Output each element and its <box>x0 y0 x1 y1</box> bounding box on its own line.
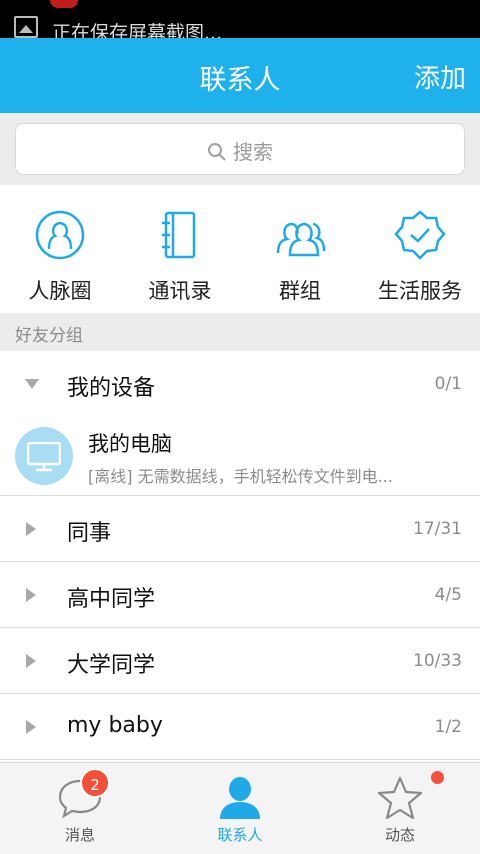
chevron-right-icon <box>26 720 36 734</box>
group-name: 我的设备 <box>67 376 156 401</box>
contact-person-icon <box>220 777 260 819</box>
group-row-university[interactable]: 大学同学 10/33 <box>0 628 480 694</box>
avatar <box>15 427 73 485</box>
group-count: 4/5 <box>434 585 462 605</box>
group-count: 10/33 <box>413 651 462 671</box>
search-placeholder-wrap: 搜索 <box>16 136 464 165</box>
device-name: 我的电脑 <box>88 432 172 456</box>
quick-entry-network[interactable]: 人脉圈 <box>0 185 120 313</box>
quick-entry-label: 群组 <box>279 279 321 303</box>
group-icon <box>276 222 326 257</box>
group-count: 1/2 <box>434 717 462 737</box>
quick-entry-groups[interactable]: 群组 <box>240 185 360 313</box>
tab-label: 消息 <box>64 826 95 844</box>
group-row-my-devices[interactable]: 我的设备 0/1 <box>0 351 480 417</box>
quick-entry-address-book[interactable]: 通讯录 <box>120 185 240 313</box>
search-input[interactable]: 搜索 <box>15 123 465 175</box>
quick-entry-label: 人脉圈 <box>28 279 92 303</box>
device-row-my-computer[interactable]: 我的电脑 [离线] 无需数据线，手机轻松传文件到电... <box>0 416 480 496</box>
status-bar: 正在保存屏幕截图... <box>0 0 480 44</box>
search-area: 搜索 <box>0 113 480 185</box>
quick-entry-life-services[interactable]: 生活服务 <box>360 185 480 313</box>
header: 联系人 添加 <box>0 38 480 113</box>
group-count: 0/1 <box>434 374 462 394</box>
group-name: 高中同学 <box>67 587 156 612</box>
person-circle-icon <box>35 210 85 260</box>
group-row-my-baby[interactable]: my baby 1/2 <box>0 694 480 760</box>
quick-entry-label: 通讯录 <box>148 279 212 303</box>
group-name: 大学同学 <box>67 653 156 678</box>
page-title: 联系人 <box>199 65 281 96</box>
unread-badge: 2 <box>80 768 110 798</box>
group-row-high-school[interactable]: 高中同学 4/5 <box>0 562 480 628</box>
screenshot-icon <box>14 16 38 38</box>
tab-label: 联系人 <box>217 826 263 844</box>
search-icon <box>208 143 226 161</box>
chevron-right-icon <box>26 654 36 668</box>
chevron-right-icon <box>26 588 36 602</box>
search-placeholder: 搜索 <box>233 140 273 164</box>
tab-messages[interactable]: 2 消息 <box>0 763 160 854</box>
group-name: my baby <box>67 713 163 738</box>
quick-entries: 人脉圈 通讯录 群组 生活服务 <box>0 185 480 313</box>
add-button[interactable]: 添加 <box>414 58 466 95</box>
device-description: [离线] 无需数据线，手机轻松传文件到电... <box>88 467 393 486</box>
tab-contacts[interactable]: 联系人 <box>160 763 320 854</box>
new-activity-dot <box>431 771 444 784</box>
star-icon <box>377 776 423 820</box>
address-book-icon <box>162 211 196 259</box>
service-badge-icon <box>394 210 446 260</box>
quick-entry-label: 生活服务 <box>378 279 462 303</box>
status-indicator <box>50 0 78 8</box>
group-count: 17/31 <box>413 519 462 539</box>
computer-icon <box>27 442 61 472</box>
tab-feeds[interactable]: 动态 <box>320 763 480 854</box>
tab-label: 动态 <box>384 826 415 844</box>
group-name: 同事 <box>67 521 112 546</box>
chevron-right-icon <box>26 522 36 536</box>
group-row-colleagues[interactable]: 同事 17/31 <box>0 496 480 562</box>
friends-section-label: 好友分组 <box>0 313 480 351</box>
bottom-tab-bar: 2 消息 联系人 动态 <box>0 762 480 854</box>
chevron-down-icon <box>25 379 39 389</box>
